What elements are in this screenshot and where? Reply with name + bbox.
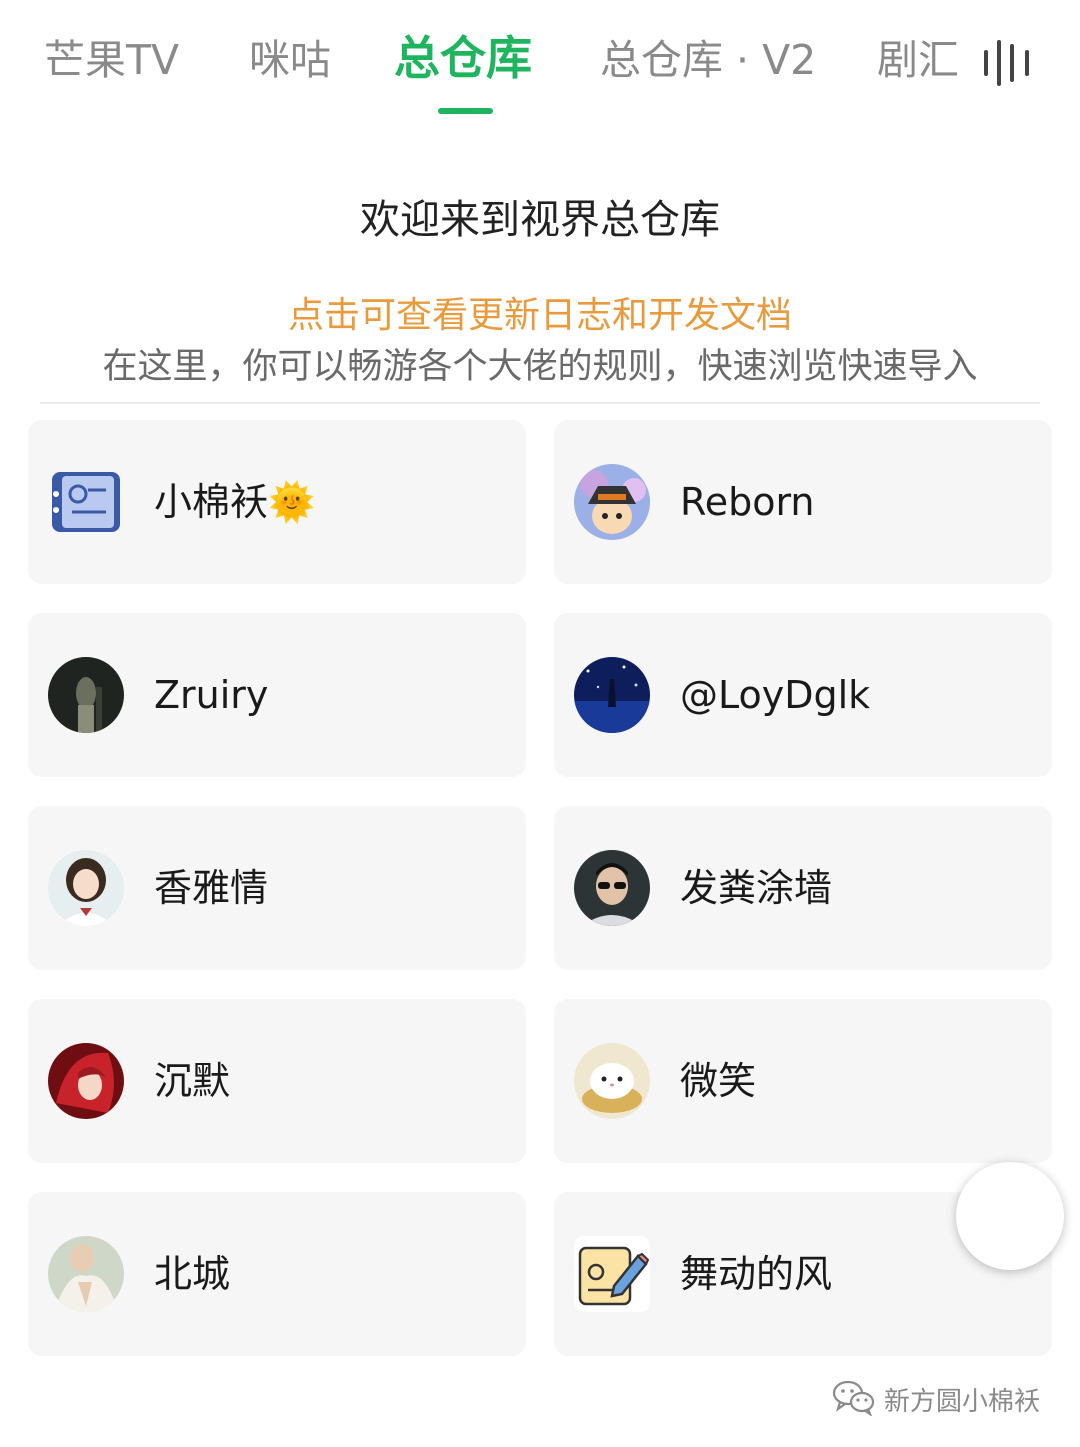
tab-drama-hub[interactable]: 剧汇 — [877, 32, 959, 88]
author-name: @LoyDglk — [680, 673, 871, 717]
wechat-icon — [832, 1378, 876, 1420]
red-anime-avatar — [48, 1043, 124, 1119]
cat-in-cup-avatar — [574, 1043, 650, 1119]
repo-description: 在这里，你可以畅游各个大佬的规则，快速浏览快速导入 — [102, 347, 978, 387]
author-name: 小棉袄🌞 — [154, 480, 316, 524]
portrait-photo-avatar — [48, 1236, 124, 1312]
author-card[interactable]: 沉默 — [28, 999, 526, 1163]
author-card[interactable]: 微笑 — [554, 999, 1052, 1163]
watermark-text: 新方圆小棉袄 — [884, 1386, 1041, 1417]
vertical-bars-menu-icon[interactable] — [980, 36, 1036, 88]
author-name: 沉默 — [154, 1059, 231, 1103]
author-card[interactable]: @LoyDglk — [554, 613, 1052, 777]
author-card[interactable]: 香雅情 — [28, 806, 526, 970]
night-sky-avatar — [574, 657, 650, 733]
author-card[interactable]: 北城 — [28, 1192, 526, 1356]
top-tab-bar: 芒果TV 咪咕 总仓库 总仓库 · V2 剧汇 — [0, 0, 1080, 120]
watermark: 新方圆小棉袄 — [832, 1376, 1040, 1422]
author-name: Zruiry — [154, 673, 269, 717]
author-card[interactable]: 发粪涂墙 — [554, 806, 1052, 970]
tab-mango-tv[interactable]: 芒果TV — [44, 32, 179, 88]
active-tab-indicator — [438, 108, 493, 114]
welcome-title: 欢迎来到视界总仓库 — [360, 197, 720, 243]
author-name: 舞动的风 — [680, 1252, 833, 1296]
author-name: 微笑 — [680, 1059, 757, 1103]
author-name: Reborn — [680, 480, 815, 524]
changelog-link[interactable]: 点击可查看更新日志和开发文档 — [0, 290, 1080, 342]
divider — [40, 402, 1040, 404]
author-card[interactable]: Reborn — [554, 420, 1052, 584]
app-icon-avatar — [48, 464, 124, 540]
author-card[interactable]: 小棉袄🌞 — [28, 420, 526, 584]
tab-migu[interactable]: 咪咕 — [249, 32, 331, 88]
author-name: 北城 — [154, 1252, 231, 1296]
girl-photo-avatar — [48, 850, 124, 926]
cartoon-avatar — [574, 464, 650, 540]
author-name: 发粪涂墙 — [680, 866, 833, 910]
tab-main-repo[interactable]: 总仓库 — [394, 30, 532, 86]
notepad-pencil-avatar — [574, 1236, 650, 1312]
floating-action-button[interactable] — [956, 1162, 1064, 1270]
tab-main-repo-v2[interactable]: 总仓库 · V2 — [600, 32, 816, 88]
sunglasses-photo-avatar — [574, 850, 650, 926]
dark-photo-avatar — [48, 657, 124, 733]
author-name: 香雅情 — [154, 866, 269, 910]
author-card[interactable]: Zruiry — [28, 613, 526, 777]
